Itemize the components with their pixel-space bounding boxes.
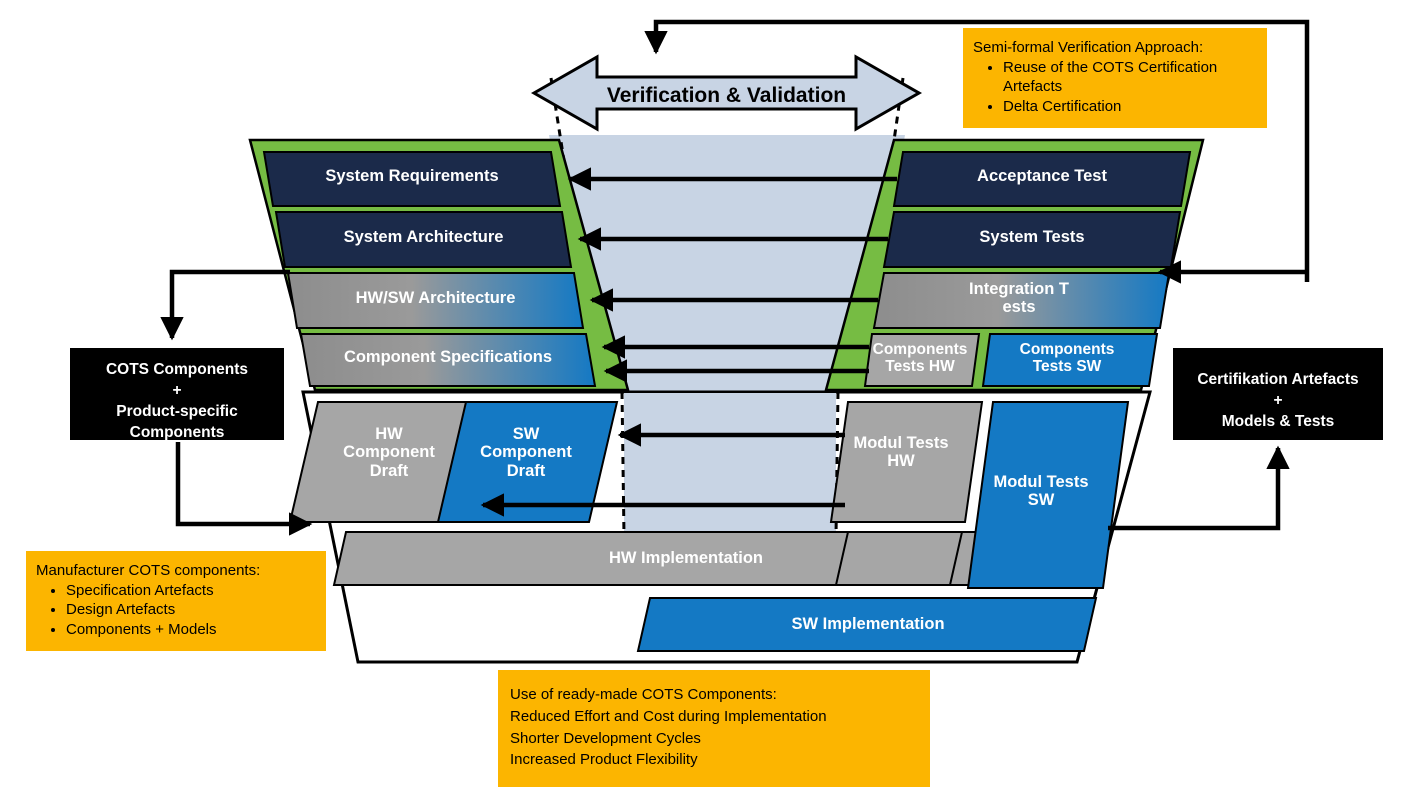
label-cots-components: COTS Components + Product-specific Compo… [105,361,249,441]
callout-bottom-center-line-1: Shorter Development Cycles [510,729,701,747]
bar-components-tests-hw [863,333,981,387]
callout-bottom-left-bullet-2: Components + Models [66,620,318,640]
box-modul-tests-sw [966,401,1130,589]
v-model-diagram: Verification & Validation System Require… [0,0,1410,810]
callout-bottom-left-heading: Manufacturer COTS components: [36,562,261,579]
bar-system-tests [882,211,1182,268]
callout-top-right-bullet-0: Reuse of the COTS Certification Artefact… [1003,58,1259,97]
callout-bottom-center-heading: Use of ready-made COTS Components: [510,686,777,703]
label-certifikation-artefacts: Certifikation Artefacts + Models & Tests [1197,371,1359,430]
callout-bottom-left: Manufacturer COTS components: Specificat… [26,551,326,651]
callout-bottom-left-bullet-0: Specification Artefacts [66,581,318,601]
box-hw-impl-right-segment [834,531,964,586]
callout-top-right-heading: Semi-formal Verification Approach: [973,39,1204,56]
callout-bottom-center-line-2: Increased Product Flexibility [510,751,698,769]
certification-routing [1108,445,1290,531]
callout-top-right-bullet-1: Delta Certification [1003,97,1259,117]
callout-bottom-center: Use of ready-made COTS Components: Reduc… [498,670,930,787]
bar-component-specifications [299,333,597,387]
bar-system-architecture [274,211,573,268]
callout-top-right: Semi-formal Verification Approach: Reuse… [963,28,1267,128]
bar-components-tests-sw [981,333,1159,387]
box-sw-implementation [636,597,1098,652]
arrow-impl-to-certifikation [1108,445,1290,531]
arrow-cots-to-implementation [175,442,313,536]
callout-bottom-left-bullet-1: Design Artefacts [66,600,318,620]
bar-acceptance-test [892,151,1192,207]
callout-bottom-center-line-0: Reduced Effort and Cost during Implement… [510,707,827,725]
vv-arrow-label: Verification & Validation [606,84,847,107]
bar-hwsw-architecture [286,272,585,329]
arrow-v-to-cots [160,269,290,341]
box-modul-tests-hw [829,401,984,523]
bar-system-requirements [262,151,562,207]
bar-integration-tests [872,272,1171,329]
